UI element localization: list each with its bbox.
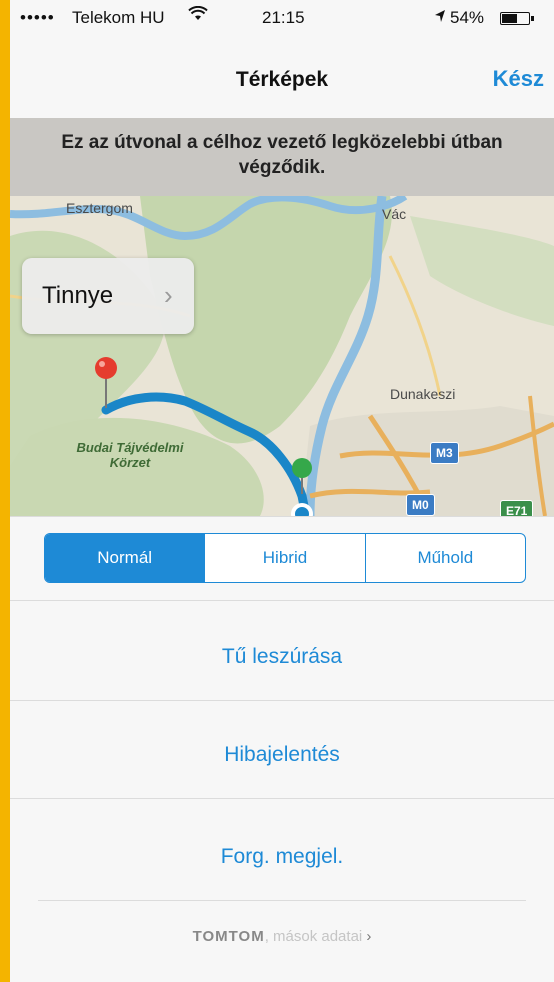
map-type-hybrid[interactable]: Hibrid (204, 534, 364, 582)
attribution-text: , mások adatai (264, 928, 363, 945)
page-title: Térképek (235, 68, 329, 91)
map-type-satellite[interactable]: Műhold (364, 534, 525, 582)
highway-shield-m3: M3 (430, 442, 459, 464)
map-attribution[interactable]: TOMTOM, mások adatai › (10, 928, 554, 945)
report-problem-button[interactable]: Hibajelentés (10, 712, 554, 798)
show-traffic-button[interactable]: Forg. megjel. (10, 814, 554, 900)
chevron-right-icon: › (366, 928, 372, 945)
carrier-name: Telekom HU (72, 8, 165, 27)
battery-icon (500, 12, 534, 25)
route-info-banner: Ez az útvonal a célhoz vezető legközeleb… (10, 118, 554, 196)
callout-label: Tinnye (42, 282, 114, 309)
battery-fill (502, 14, 518, 23)
map-type-normal[interactable]: Normál (45, 534, 205, 582)
drop-pin-button[interactable]: Tű leszúrása (10, 614, 554, 700)
tomtom-logo: TOMTOM (192, 928, 265, 945)
chevron-right-icon: › (164, 280, 173, 310)
place-label-dunakeszi: Dunakeszi (390, 386, 456, 402)
phone-screen: ••••• Telekom HU 21:15 54% Térképek Kész… (10, 0, 554, 982)
battery-percentage: 54% (450, 8, 485, 27)
location-callout[interactable]: Tinnye › (22, 258, 194, 334)
clock: 21:15 (262, 8, 305, 27)
place-label-vac: Vác (382, 206, 407, 222)
done-button[interactable]: Kész (493, 66, 544, 92)
highway-shield-m0: M0 (406, 494, 435, 516)
status-bar: ••••• Telekom HU 21:15 54% (10, 0, 554, 34)
signal-strength: ••••• (20, 8, 55, 27)
park-label: Budai Tájvédelmi Körzet (76, 440, 184, 470)
wifi-icon (188, 5, 208, 27)
map-type-segmented-control: Normál Hibrid Műhold (44, 533, 526, 583)
navigation-bar: Térképek Kész (10, 34, 554, 118)
map-view[interactable]: Tinnye › Esztergom Vác Dunakeszi Budai T… (10, 196, 554, 516)
highway-shield-e71: E71 (500, 500, 534, 516)
location-arrow-icon (434, 8, 446, 28)
place-label-esztergom: Esztergom (66, 200, 133, 216)
